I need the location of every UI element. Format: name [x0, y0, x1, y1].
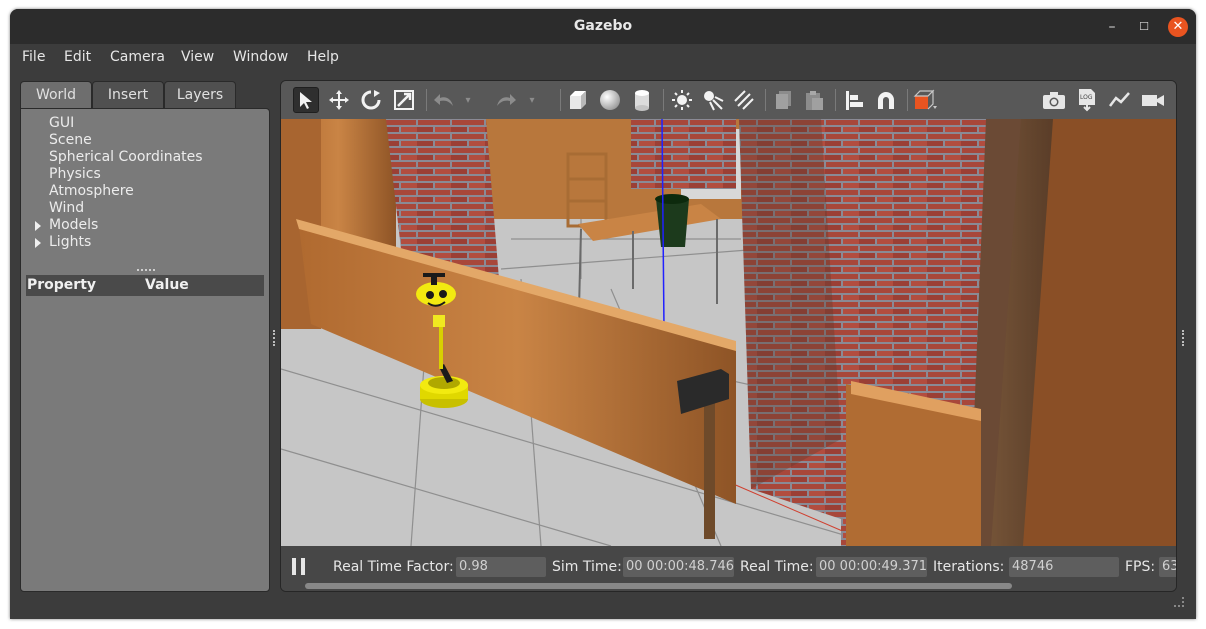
- gazebo-window: Gazebo – ☐ ✕ File Edit Camera View Windo…: [10, 9, 1196, 619]
- real-time-value: 00 00:00:49.371: [816, 557, 927, 577]
- toolbar-separator: [835, 89, 836, 111]
- screenshot-icon[interactable]: [1041, 87, 1067, 113]
- toolbar-separator: [560, 89, 561, 111]
- tree-item-label: Lights: [49, 234, 92, 250]
- redo-icon[interactable]: [493, 87, 519, 113]
- fps-label: FPS:: [1125, 559, 1156, 575]
- toolbar-separator: [765, 89, 766, 111]
- minimize-button[interactable]: –: [1102, 17, 1122, 37]
- horizontal-scrollbar[interactable]: [305, 583, 1012, 589]
- tree-item-spherical-coordinates[interactable]: Spherical Coordinates: [49, 149, 203, 166]
- tab-insert[interactable]: Insert: [92, 81, 164, 108]
- splitter-handle[interactable]: [137, 269, 155, 271]
- undo-history-icon[interactable]: ▾: [461, 87, 475, 113]
- scene-panel: ▾ ▾ LOG Real Time Factor: 0.98 Sim Time:…: [280, 80, 1177, 592]
- tree-item-label: Models: [49, 217, 99, 233]
- tree-item-wind[interactable]: Wind: [49, 200, 203, 217]
- view-angle-icon[interactable]: [913, 87, 939, 113]
- tree-item-models[interactable]: Models: [35, 217, 203, 234]
- scene-render: [281, 119, 1176, 546]
- menu-bar: File Edit Camera View Window Help: [10, 44, 1196, 72]
- toolbar: ▾ ▾ LOG: [281, 81, 1176, 119]
- left-panel: World Insert Layers GUI Scene Spherical …: [20, 81, 270, 592]
- expand-arrow-icon[interactable]: [35, 238, 41, 248]
- window-title: Gazebo: [573, 18, 633, 34]
- 3d-viewport[interactable]: [281, 119, 1176, 546]
- right-splitter-handle[interactable]: [1182, 330, 1185, 346]
- menu-file[interactable]: File: [22, 49, 45, 65]
- menu-edit[interactable]: Edit: [64, 49, 91, 65]
- sphere-icon[interactable]: [597, 87, 623, 113]
- pause-icon[interactable]: [292, 558, 306, 575]
- copy-icon[interactable]: [771, 87, 797, 113]
- menu-view[interactable]: View: [181, 49, 214, 65]
- toolbar-separator: [663, 89, 664, 111]
- spot-light-icon[interactable]: [700, 87, 726, 113]
- real-time-factor-value: 0.98: [456, 557, 546, 577]
- sim-time-label: Sim Time:: [552, 559, 622, 575]
- close-button[interactable]: ✕: [1168, 17, 1188, 37]
- resize-grip-icon[interactable]: [1174, 597, 1184, 607]
- snap-icon[interactable]: [873, 87, 899, 113]
- expand-arrow-icon[interactable]: [35, 221, 41, 231]
- tree-item-physics[interactable]: Physics: [49, 166, 203, 183]
- menu-help[interactable]: Help: [307, 49, 339, 65]
- scale-mode-icon[interactable]: [391, 87, 417, 113]
- fps-value: 63: [1159, 557, 1176, 577]
- svg-text:LOG: LOG: [1080, 94, 1093, 101]
- paste-icon[interactable]: [801, 87, 827, 113]
- sim-time-value: 00 00:00:48.746: [623, 557, 734, 577]
- real-time-label: Real Time:: [740, 559, 814, 575]
- toolbar-separator: [907, 89, 908, 111]
- video-record-icon[interactable]: [1140, 87, 1166, 113]
- redo-history-icon[interactable]: ▾: [525, 87, 539, 113]
- world-panel: GUI Scene Spherical Coordinates Physics …: [20, 108, 270, 592]
- tree-item-scene[interactable]: Scene: [49, 132, 203, 149]
- toolbar-separator: [426, 89, 427, 111]
- align-icon[interactable]: [841, 87, 867, 113]
- iterations-value: 48746: [1009, 557, 1119, 577]
- left-splitter-handle[interactable]: [273, 330, 276, 346]
- point-light-icon[interactable]: [669, 87, 695, 113]
- real-time-factor-label: Real Time Factor:: [333, 559, 454, 575]
- plot-icon[interactable]: [1107, 87, 1133, 113]
- box-icon[interactable]: [565, 87, 591, 113]
- world-tree: GUI Scene Spherical Coordinates Physics …: [35, 115, 203, 251]
- menu-window[interactable]: Window: [233, 49, 288, 65]
- directional-light-icon[interactable]: [731, 87, 757, 113]
- tree-item-gui[interactable]: GUI: [49, 115, 203, 132]
- cylinder-icon[interactable]: [629, 87, 655, 113]
- tab-layers[interactable]: Layers: [164, 81, 236, 108]
- tree-item-atmosphere[interactable]: Atmosphere: [49, 183, 203, 200]
- tree-item-lights[interactable]: Lights: [35, 234, 203, 251]
- property-header: Property Value: [26, 275, 264, 296]
- undo-icon[interactable]: [431, 87, 457, 113]
- log-icon[interactable]: LOG: [1074, 87, 1100, 113]
- iterations-label: Iterations:: [933, 559, 1005, 575]
- select-mode-icon[interactable]: [293, 87, 319, 113]
- tab-world[interactable]: World: [20, 81, 92, 108]
- property-column-header: Property: [27, 277, 97, 293]
- maximize-button[interactable]: ☐: [1134, 17, 1154, 37]
- title-bar[interactable]: Gazebo – ☐ ✕: [10, 9, 1196, 44]
- status-bar: Real Time Factor: 0.98 Sim Time: 00 00:0…: [281, 546, 1176, 591]
- rotate-mode-icon[interactable]: [358, 87, 384, 113]
- value-column-header: Value: [145, 277, 189, 293]
- menu-camera[interactable]: Camera: [110, 49, 165, 65]
- translate-mode-icon[interactable]: [326, 87, 352, 113]
